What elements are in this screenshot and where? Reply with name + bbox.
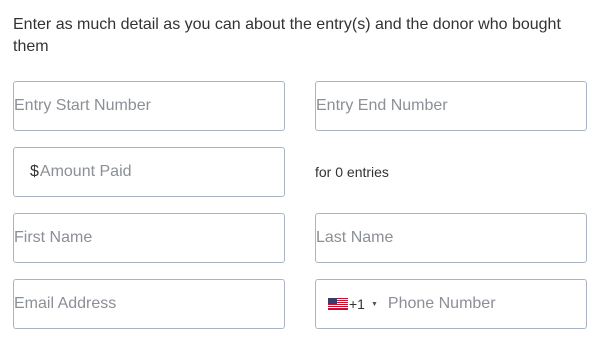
email-input[interactable] [14, 280, 284, 328]
email-field[interactable] [13, 279, 285, 329]
phone-field[interactable]: +1 ▼ [315, 279, 587, 329]
caret-down-icon: ▼ [370, 300, 378, 308]
dial-code: +1 [349, 296, 365, 312]
entry-end-field[interactable] [315, 81, 587, 131]
last-name-input[interactable] [316, 214, 586, 262]
entry-start-input[interactable] [14, 82, 284, 130]
entry-end-input[interactable] [316, 82, 586, 130]
entries-count-note: for 0 entries [315, 164, 389, 180]
phone-number-input[interactable] [387, 280, 586, 328]
donor-entry-form: Enter as much detail as you can about th… [0, 0, 607, 342]
amount-paid-field[interactable]: $ [13, 147, 285, 197]
first-name-input[interactable] [14, 214, 284, 262]
amount-paid-input[interactable] [39, 148, 284, 196]
country-code-selector[interactable]: +1 ▼ [316, 296, 378, 312]
entry-start-field[interactable] [13, 81, 285, 131]
form-instructions: Enter as much detail as you can about th… [13, 16, 561, 55]
us-flag-icon [328, 298, 348, 310]
first-name-field[interactable] [13, 213, 285, 263]
currency-symbol: $ [30, 163, 39, 180]
last-name-field[interactable] [315, 213, 587, 263]
